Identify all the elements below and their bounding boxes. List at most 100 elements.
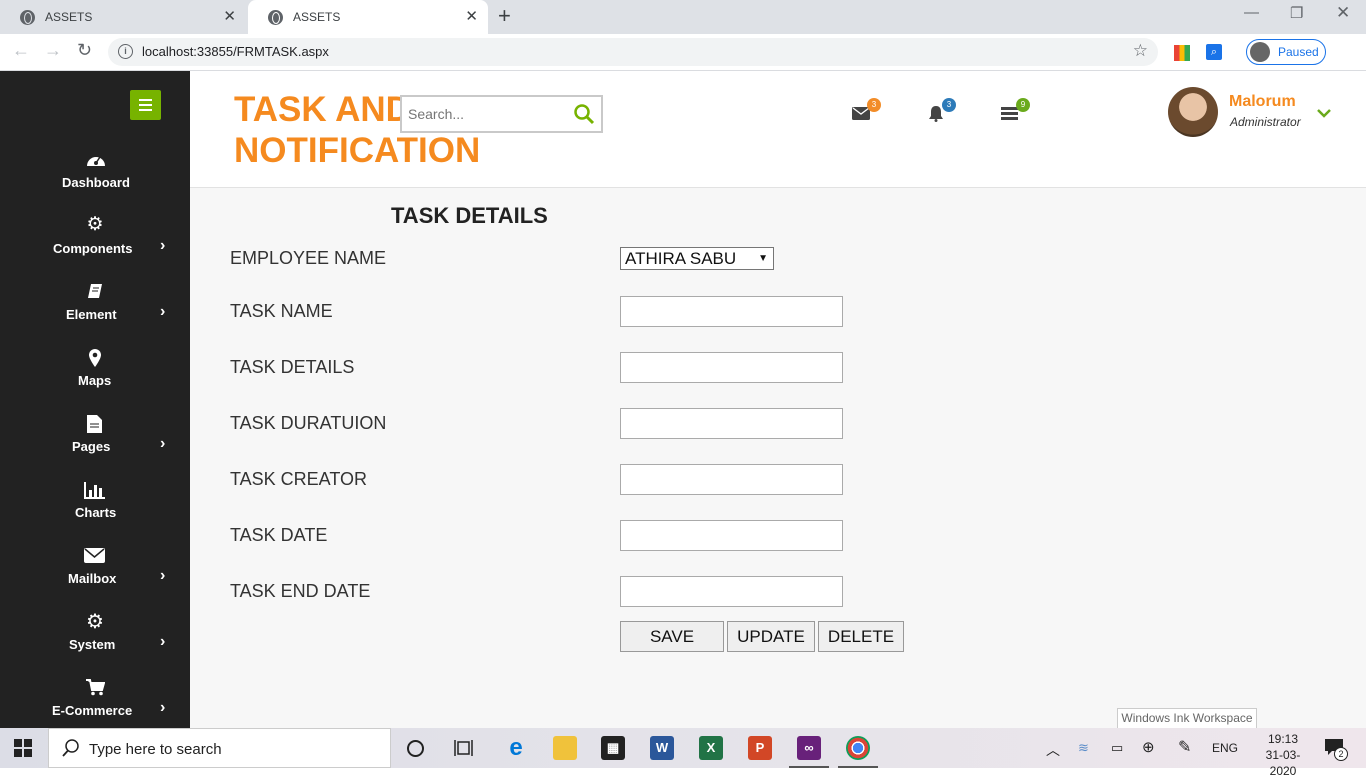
app-title: TASK AND: [234, 89, 404, 130]
show-hidden-icons-icon[interactable]: ︿: [1046, 740, 1060, 760]
dropdown-arrow-icon: ▼: [758, 253, 768, 264]
task-details-input[interactable]: [620, 352, 843, 383]
clock-date: 31-03-2020: [1265, 748, 1301, 778]
avatar[interactable]: [1168, 87, 1218, 137]
task-name-input[interactable]: [620, 296, 843, 327]
chevron-right-icon: ›: [160, 435, 166, 452]
excel-icon[interactable]: X: [699, 736, 723, 760]
save-button[interactable]: SAVE: [620, 621, 724, 652]
url-text: localhost:33855/FRMTASK.aspx: [142, 44, 329, 59]
windows-ink-icon[interactable]: ✎: [1178, 737, 1191, 757]
update-button[interactable]: UPDATE: [727, 621, 815, 652]
language-indicator[interactable]: ENG: [1212, 741, 1238, 755]
bell-notification[interactable]: 3: [927, 98, 957, 127]
sidebar: Dashboard ⚙ Components › Element › Maps …: [0, 71, 190, 728]
windows-start-icon[interactable]: [14, 739, 32, 757]
search-icon[interactable]: [573, 103, 595, 125]
app-title-line-2: NOTIFICATION: [234, 131, 481, 170]
notification-count: 2: [1334, 747, 1348, 761]
edge-icon[interactable]: e: [504, 736, 528, 760]
url-field[interactable]: i localhost:33855/FRMTASK.aspx ☆: [108, 38, 1158, 66]
search-box: [400, 95, 603, 133]
sidebar-item-dashboard[interactable]: Dashboard: [0, 151, 190, 201]
globe-network-icon[interactable]: ⊕: [1142, 738, 1155, 756]
app-title-line-1: TASK AND: [234, 90, 404, 129]
bookmark-star-icon[interactable]: ☆: [1133, 41, 1148, 61]
sidebar-item-components[interactable]: ⚙ Components ›: [0, 214, 190, 267]
window-close-icon[interactable]: ✕: [1336, 3, 1350, 23]
network-sync-icon[interactable]: ≋: [1078, 740, 1089, 756]
task-duration-input[interactable]: [620, 408, 843, 439]
extension-search-icon[interactable]: ⌕: [1206, 44, 1222, 60]
user-role: Administrator: [1230, 115, 1301, 129]
sidebar-item-element[interactable]: Element ›: [0, 283, 190, 333]
chevron-right-icon: ›: [160, 633, 166, 650]
forward-icon[interactable]: →: [44, 40, 62, 61]
task-duration-label: TASK DURATUION: [230, 413, 387, 433]
profile-avatar: [1250, 42, 1270, 62]
sidebar-item-mailbox[interactable]: Mailbox ›: [0, 547, 190, 597]
close-tab-icon[interactable]: ✕: [223, 9, 236, 25]
file-explorer-icon[interactable]: [553, 736, 577, 760]
sidebar-item-ecommerce[interactable]: E-Commerce ›: [0, 679, 190, 729]
tasks-notification[interactable]: 9: [1001, 98, 1031, 127]
bell-badge: 3: [942, 98, 956, 112]
mail-badge: 3: [867, 98, 881, 112]
clock[interactable]: 19:13 31-03-2020: [1258, 731, 1308, 779]
sidebar-item-pages[interactable]: Pages ›: [0, 415, 190, 465]
chevron-down-icon[interactable]: [1316, 105, 1332, 121]
task-date-input[interactable]: [620, 520, 843, 551]
cart-icon: [86, 679, 105, 696]
cortana-icon[interactable]: [406, 739, 425, 758]
sidebar-item-maps[interactable]: Maps: [0, 349, 190, 399]
sidebar-item-label: Element: [66, 307, 117, 322]
sidebar-item-label: E-Commerce: [52, 703, 133, 718]
search-icon: [62, 739, 79, 757]
store-icon[interactable]: ▦: [601, 736, 625, 760]
tab-title: ASSETS: [293, 10, 341, 24]
restore-icon[interactable]: ❐: [1290, 4, 1303, 22]
mail-notification[interactable]: 3: [852, 98, 882, 127]
minimize-icon[interactable]: —: [1244, 4, 1259, 21]
globe-icon: [268, 9, 283, 25]
task-view-icon[interactable]: [454, 739, 473, 757]
task-details-label: TASK DETAILS: [230, 357, 355, 377]
chevron-right-icon: ›: [160, 699, 166, 716]
browser-tab-2[interactable]: ASSETS ✕: [248, 0, 488, 34]
battery-icon[interactable]: ▭: [1111, 740, 1123, 756]
task-creator-input[interactable]: [620, 464, 843, 495]
gear-icon: ⚙: [86, 611, 104, 633]
profile-status: Paused: [1278, 45, 1319, 59]
sidebar-item-label: Dashboard: [62, 175, 130, 190]
back-icon[interactable]: ←: [12, 40, 30, 61]
close-tab-icon[interactable]: ✕: [465, 9, 478, 25]
visual-studio-icon[interactable]: ∞: [789, 736, 829, 768]
powerpoint-icon[interactable]: P: [748, 736, 772, 760]
sidebar-item-system[interactable]: ⚙ System ›: [0, 611, 190, 663]
windows-ink-tooltip: Windows Ink Workspace: [1117, 708, 1257, 729]
map-marker-icon: [89, 349, 101, 367]
browser-tab-1[interactable]: ASSETS ✕: [0, 0, 246, 34]
reload-icon[interactable]: ↻: [77, 40, 92, 61]
task-end-date-input[interactable]: [620, 576, 843, 607]
employee-name-select[interactable]: ATHIRA SABU ▼: [620, 247, 774, 270]
extension-icon[interactable]: [1174, 45, 1190, 61]
menu-toggle-button[interactable]: [130, 90, 161, 120]
profile-button[interactable]: Paused: [1246, 39, 1326, 65]
taskbar-search-box[interactable]: Type here to search: [48, 728, 391, 768]
taskbar: Type here to search e ▦ W X P ∞ ︿ ≋ ▭ ⊕ …: [0, 728, 1366, 778]
user-name[interactable]: Malorum: [1229, 93, 1296, 111]
browser-tab-strip: ASSETS ✕ ASSETS ✕ + — ❐ ✕: [0, 0, 1366, 34]
site-info-icon[interactable]: i: [118, 44, 133, 59]
sidebar-item-charts[interactable]: Charts: [0, 481, 190, 531]
chevron-right-icon: ›: [160, 237, 166, 254]
tasks-icon: [1001, 107, 1018, 120]
tasks-badge: 9: [1016, 98, 1030, 112]
new-tab-icon[interactable]: +: [498, 5, 511, 27]
search-input[interactable]: [408, 103, 568, 125]
word-icon[interactable]: W: [650, 736, 674, 760]
dashboard-icon: [87, 156, 105, 166]
chrome-icon[interactable]: [838, 736, 878, 768]
task-date-label: TASK DATE: [230, 525, 328, 545]
delete-button[interactable]: DELETE: [818, 621, 904, 652]
